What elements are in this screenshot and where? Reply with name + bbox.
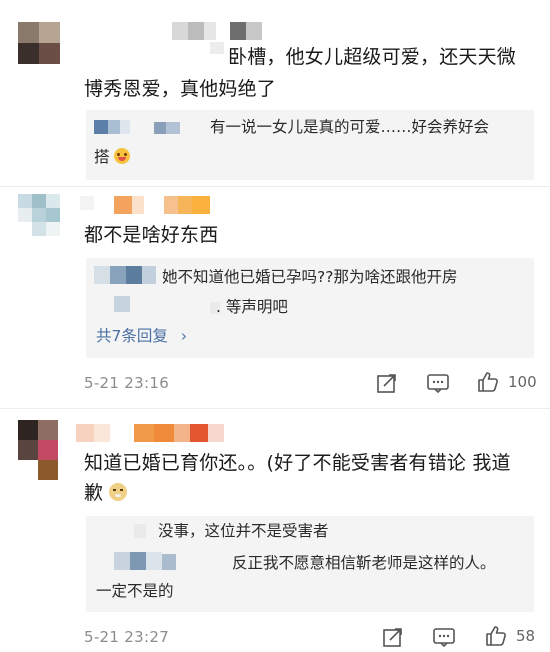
share-icon	[383, 628, 402, 647]
smile-emoji-icon	[114, 148, 131, 164]
doge-emoji-icon	[109, 483, 128, 501]
divider	[0, 408, 550, 409]
reply-text-cont: 一定不是的	[96, 582, 174, 600]
more-replies-link[interactable]: 共7条回复 ›	[96, 324, 187, 346]
username-redacted[interactable]	[80, 196, 220, 214]
divider	[0, 186, 550, 187]
username-redacted[interactable]	[76, 424, 236, 442]
comment-text-cont: 歉	[84, 478, 128, 508]
reply-text-cont: . 等声明吧	[216, 298, 288, 316]
avatar[interactable]	[18, 194, 60, 250]
like-count: 100	[508, 373, 537, 391]
comment-button[interactable]	[426, 372, 450, 394]
chevron-right-icon: ›	[180, 327, 188, 345]
comment-icon	[427, 374, 449, 394]
reply-text: 反正我不愿意相信靳老师是这样的人。	[232, 554, 496, 572]
share-button[interactable]	[376, 372, 398, 394]
username-redacted[interactable]	[172, 22, 292, 40]
reply-username-redacted[interactable]	[114, 552, 204, 570]
share-button[interactable]	[382, 626, 404, 648]
reply-box[interactable]: 有一说一女儿是真的可爱……好会养好会 搭	[86, 110, 534, 180]
comment-icon	[433, 628, 455, 648]
comment-button[interactable]	[432, 626, 456, 648]
like-button[interactable]: 58	[484, 624, 544, 650]
thumbs-up-icon	[486, 626, 506, 646]
avatar[interactable]	[18, 22, 60, 64]
reply-username-redacted[interactable]	[94, 266, 164, 312]
share-icon	[377, 374, 396, 393]
reply-box[interactable]: 她不知道他已婚已孕吗??那为啥还跟他开房 . 等声明吧 共7条回复 ›	[86, 258, 534, 358]
timestamp: 5-21 23:16	[84, 374, 170, 392]
comment-text: 卧槽，他女儿超级可爱，还天天微	[228, 46, 517, 68]
comment-text: 都不是啥好东西	[84, 224, 219, 246]
like-button[interactable]: 100	[476, 370, 540, 396]
like-count: 58	[516, 627, 536, 645]
timestamp: 5-21 23:27	[84, 628, 170, 646]
reply-text: 没事，这位并不是受害者	[158, 522, 329, 540]
reply-text: 有一说一女儿是真的可爱……好会养好会	[210, 118, 490, 136]
comment-text: 知道已婚已育你还。。(好了不能受害者有错论 我道	[84, 452, 511, 474]
reply-text-cont: 搭	[94, 144, 131, 170]
reply-username-redacted[interactable]	[94, 118, 189, 136]
comment-text-cont: 博秀恩爱，真他妈绝了	[84, 78, 277, 100]
reply-box[interactable]: 没事，这位并不是受害者 反正我不愿意相信靳老师是这样的人。 一定不是的	[86, 516, 534, 612]
reply-text: 她不知道他已婚已孕吗??那为啥还跟他开房	[162, 268, 458, 286]
avatar[interactable]	[18, 420, 58, 480]
thumbs-up-icon	[478, 372, 498, 392]
